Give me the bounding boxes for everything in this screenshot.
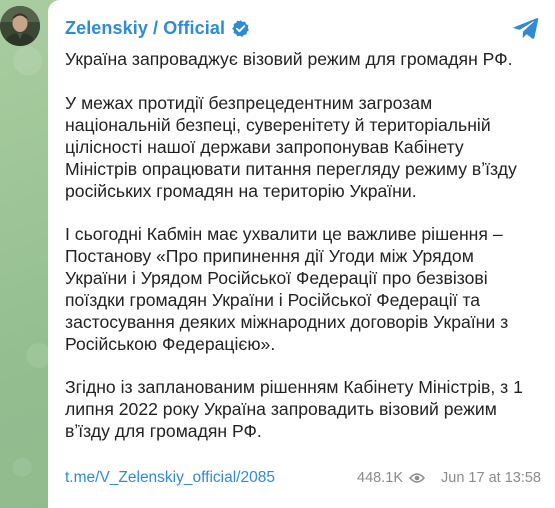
message-meta: 448.1K Jun 17 at 13:58 bbox=[357, 470, 541, 486]
message-header: Zelenskiy / Official bbox=[65, 14, 539, 42]
post-text: Україна запроваджує візовий режим для гр… bbox=[65, 48, 539, 442]
telegram-icon[interactable] bbox=[511, 13, 541, 43]
message-bubble: Zelenskiy / Official Україна запроваджує… bbox=[48, 0, 555, 508]
verified-badge-icon bbox=[231, 19, 250, 38]
message-timestamp: Jun 17 at 13:58 bbox=[441, 470, 541, 486]
post-link[interactable]: t.me/V_Zelenskiy_official/2085 bbox=[65, 469, 275, 487]
avatar-photo bbox=[0, 6, 40, 46]
post-paragraph: Згідно із запланованим рішенням Кабінету… bbox=[65, 377, 523, 441]
post-headline: Україна запроваджує візовий режим для гр… bbox=[65, 49, 513, 69]
channel-avatar[interactable] bbox=[0, 6, 40, 46]
channel-name[interactable]: Zelenskiy / Official bbox=[65, 18, 225, 39]
post-paragraph: І сьогодні Кабмін має ухвалити це важлив… bbox=[65, 224, 509, 354]
post-paragraph: У межах протидії безпрецедентним загроза… bbox=[65, 93, 517, 201]
message-footer: t.me/V_Zelenskiy_official/2085 448.1K Ju… bbox=[65, 467, 541, 489]
view-count: 448.1K bbox=[357, 470, 404, 486]
eye-icon bbox=[409, 472, 426, 484]
